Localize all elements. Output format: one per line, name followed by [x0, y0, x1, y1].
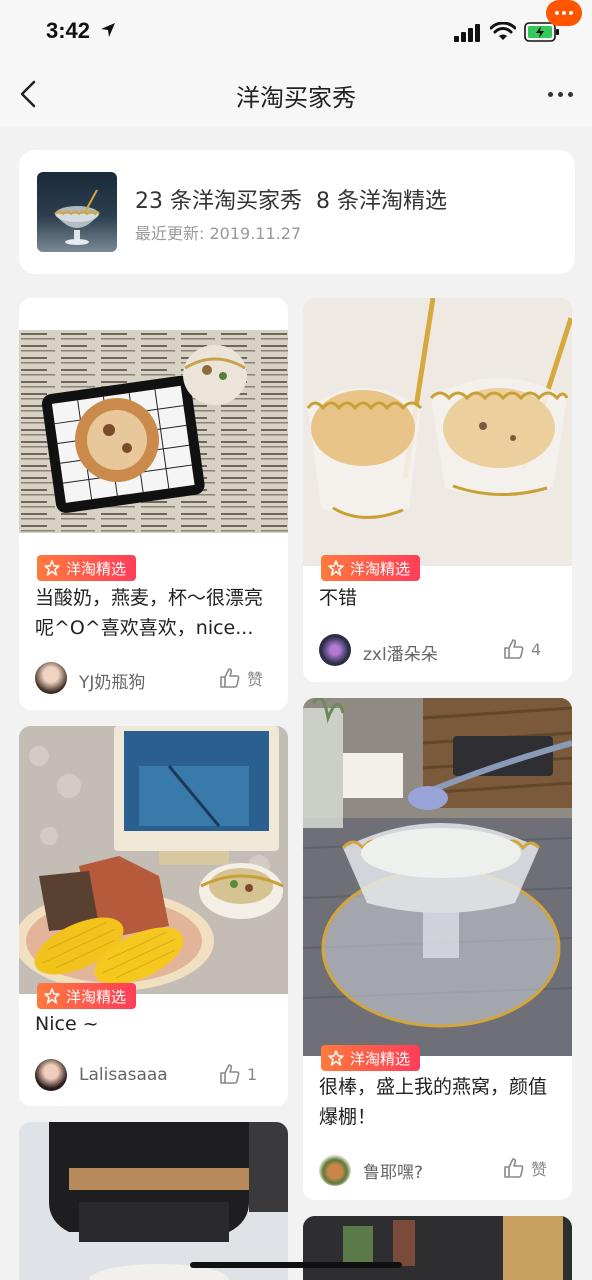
user-name[interactable]: Lalisasaaa — [79, 1065, 168, 1085]
post-text: 当酸奶，燕麦，杯～很漂亮呢^O^喜欢喜欢，nice... — [35, 587, 264, 639]
avatar — [319, 634, 351, 666]
featured-badge: 洋淘精选 — [37, 555, 137, 581]
location-arrow-icon — [101, 23, 115, 37]
user-name[interactable]: YJ奶瓶狗 — [79, 668, 145, 693]
user-name[interactable]: zxl潘朵朵 — [363, 640, 438, 665]
cellular-signal-icon — [454, 24, 480, 42]
status-bar: 3:42 — [0, 0, 592, 62]
avatar — [319, 1154, 351, 1186]
post-image — [19, 1122, 288, 1280]
featured-star-icon — [44, 988, 60, 1004]
message-bubble-icon[interactable] — [546, 0, 582, 26]
thumbs-up-icon — [504, 1158, 524, 1178]
like-button[interactable]: 1 — [219, 1063, 257, 1085]
post-card[interactable]: 洋淘精选 当酸奶，燕麦，杯～很漂亮呢^O^喜欢喜欢，nice... YJ奶瓶狗 … — [19, 298, 288, 710]
thumbs-up-icon — [220, 668, 240, 688]
badge-label: 洋淘精选 — [66, 987, 127, 1006]
like-button[interactable]: 4 — [503, 638, 541, 660]
last-updated: 最近更新: 2019.11.27 — [135, 224, 302, 243]
featured-badge: 洋淘精选 — [37, 983, 137, 1009]
thumbs-up-icon — [220, 1064, 240, 1084]
like-button[interactable]: 赞 — [503, 1156, 547, 1180]
like-count: 1 — [247, 1064, 258, 1084]
nav-bar: 洋淘买家秀 — [0, 62, 592, 126]
post-image — [303, 298, 572, 566]
like-count: 4 — [531, 639, 542, 659]
like-button[interactable]: 赞 — [219, 666, 263, 690]
featured-badge: 洋淘精选 — [321, 1045, 421, 1071]
post-image — [303, 698, 572, 1056]
status-time: 3:42 — [46, 18, 91, 43]
avatar — [35, 662, 67, 694]
badge-label: 洋淘精选 — [350, 1049, 411, 1068]
like-count: 赞 — [247, 670, 264, 689]
product-thumbnail — [37, 172, 117, 252]
post-image — [19, 726, 288, 994]
post-text: Nice ~ — [35, 1013, 99, 1035]
post-card[interactable] — [303, 1216, 572, 1280]
like-count: 赞 — [531, 1160, 548, 1179]
avatar — [35, 1059, 67, 1091]
post-image — [303, 1216, 572, 1280]
post-card[interactable]: 洋淘精选 很棒，盛上我的燕窝，颜值爆棚！ 鲁耶嘿? 赞 — [303, 698, 572, 1200]
more-dots-icon[interactable] — [548, 92, 573, 97]
post-card[interactable] — [19, 1122, 288, 1280]
summary-card: 23 条洋淘买家秀 8 条洋淘精选 最近更新: 2019.11.27 — [19, 150, 575, 274]
thumbs-up-icon — [504, 639, 524, 659]
page-title: 洋淘买家秀 — [236, 84, 356, 112]
user-name[interactable]: 鲁耶嘿? — [363, 1158, 423, 1183]
featured-count: 8 条洋淘精选 — [316, 189, 447, 214]
featured-star-icon — [328, 1050, 344, 1066]
post-text: 很棒，盛上我的燕窝，颜值爆棚！ — [319, 1076, 548, 1128]
shows-count: 23 条洋淘买家秀 — [135, 189, 302, 214]
featured-badge: 洋淘精选 — [321, 555, 421, 581]
post-card[interactable]: 洋淘精选 Nice ~ Lalisasaaa 1 — [19, 726, 288, 1106]
badge-label: 洋淘精选 — [350, 559, 411, 578]
summary-counts: 23 条洋淘买家秀 8 条洋淘精选 — [135, 183, 461, 215]
post-card[interactable]: 洋淘精选 不错 zxl潘朵朵 4 — [303, 298, 572, 682]
featured-star-icon — [44, 560, 60, 576]
badge-label: 洋淘精选 — [66, 559, 127, 578]
wifi-icon — [490, 22, 516, 40]
featured-star-icon — [328, 560, 344, 576]
home-indicator[interactable] — [190, 1262, 402, 1268]
post-text: 不错 — [319, 587, 358, 609]
post-image — [19, 330, 288, 533]
